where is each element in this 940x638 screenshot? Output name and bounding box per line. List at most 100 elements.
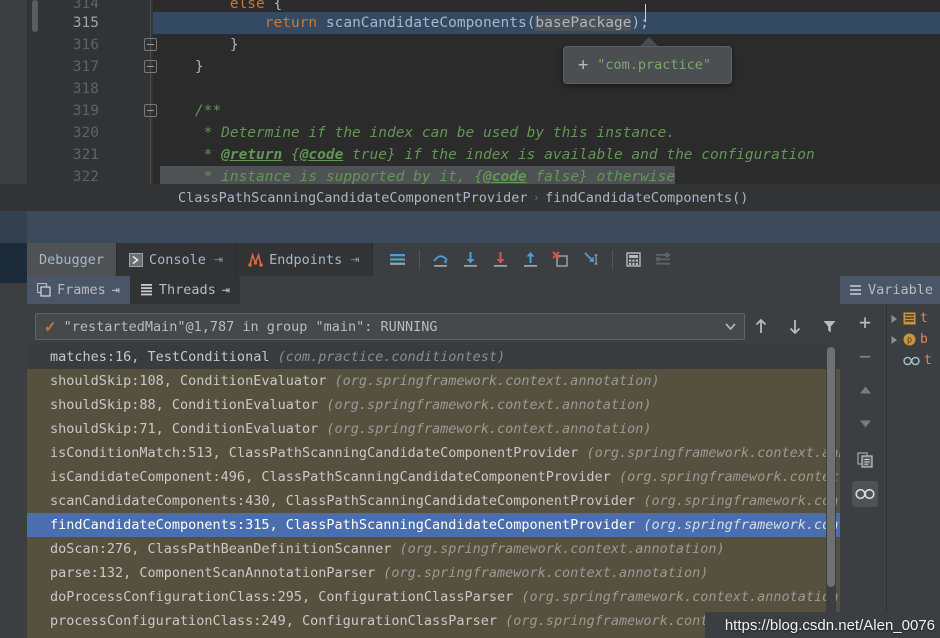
filter-frames-button[interactable] bbox=[816, 313, 842, 339]
idea-window: 314 else {315 return scanCandidateCompon… bbox=[0, 0, 940, 638]
drop-frame-button[interactable] bbox=[546, 245, 576, 275]
code-token: } bbox=[160, 37, 239, 53]
code-text[interactable]: } bbox=[160, 56, 204, 78]
breadcrumb-separator: › bbox=[534, 191, 539, 204]
code-text[interactable]: * Determine if the index can be used by … bbox=[160, 122, 675, 144]
remove-watch-button[interactable]: − bbox=[852, 343, 878, 369]
tooltip-value: "com.practice" bbox=[597, 57, 712, 73]
subtab-pin-icon[interactable]: ⇥ bbox=[222, 282, 230, 298]
frame-row[interactable]: shouldSkip:88, ConditionEvaluator (org.s… bbox=[27, 393, 840, 417]
variable-row[interactable]: t bbox=[887, 350, 940, 371]
plus-icon[interactable]: + bbox=[578, 56, 588, 74]
code-editor[interactable]: 314 else {315 return scanCandidateCompon… bbox=[0, 0, 940, 184]
tab-console[interactable]: Console ⇥ bbox=[117, 243, 236, 276]
fold-collapse-icon[interactable] bbox=[144, 60, 157, 73]
settings-button[interactable] bbox=[649, 245, 679, 275]
line-number[interactable]: 322 bbox=[27, 166, 99, 184]
code-line[interactable]: 315 return scanCandidateComponents(baseP… bbox=[0, 12, 940, 34]
tab-debugger[interactable]: Debugger bbox=[27, 243, 117, 276]
code-line[interactable]: 319 /** bbox=[0, 100, 940, 122]
code-text[interactable]: } bbox=[160, 34, 239, 56]
tab-frames[interactable]: Frames ⇥ bbox=[27, 276, 130, 304]
code-line[interactable]: 317 } bbox=[0, 56, 940, 78]
tab-pin-icon[interactable]: ⇥ bbox=[214, 253, 223, 266]
fold-collapse-icon[interactable] bbox=[144, 104, 157, 117]
expand-arrow-icon[interactable] bbox=[890, 314, 899, 324]
tab-pin-icon[interactable]: ⇥ bbox=[350, 253, 359, 266]
debugger-toolbar[interactable] bbox=[373, 243, 679, 276]
frames-scrollbar-thumb[interactable] bbox=[827, 347, 835, 587]
step-into-button[interactable] bbox=[456, 245, 486, 275]
debugger-subtab-row[interactable]: Frames ⇥ Threads ⇥ bbox=[27, 276, 840, 304]
show-execution-point-button[interactable] bbox=[383, 245, 413, 275]
code-line[interactable]: 322 * instance is supported by it, {@cod… bbox=[0, 166, 940, 184]
variable-row[interactable]: t bbox=[887, 308, 940, 329]
frame-row[interactable]: matches:16, TestConditional (com.practic… bbox=[27, 345, 840, 369]
code-line[interactable]: 318 bbox=[0, 78, 940, 100]
line-number[interactable]: 316 bbox=[27, 34, 99, 56]
frame-row[interactable]: scanCandidateComponents:430, ClassPathSc… bbox=[27, 489, 840, 513]
move-up-button[interactable] bbox=[852, 377, 878, 403]
code-lines[interactable]: 314 else {315 return scanCandidateCompon… bbox=[0, 0, 940, 184]
code-text[interactable]: * @return {@code true} if the index is a… bbox=[160, 144, 815, 166]
triangle-down-icon bbox=[859, 420, 871, 428]
frame-row[interactable]: shouldSkip:71, ConditionEvaluator (org.s… bbox=[27, 417, 840, 441]
run-to-cursor-button[interactable] bbox=[576, 245, 606, 275]
add-watch-button[interactable]: + bbox=[852, 309, 878, 335]
move-down-button[interactable] bbox=[852, 411, 878, 437]
fold-collapse-icon[interactable] bbox=[144, 38, 157, 51]
evaluate-expression-button[interactable] bbox=[619, 245, 649, 275]
step-over-button[interactable] bbox=[426, 245, 456, 275]
breadcrumb-method[interactable]: findCandidateComponents() bbox=[545, 190, 748, 206]
frame-row[interactable]: parse:132, ComponentScanAnnotationParser… bbox=[27, 561, 840, 585]
code-text[interactable]: else { bbox=[160, 0, 282, 11]
code-line[interactable]: 321 * @return {@code true} if the index … bbox=[0, 144, 940, 166]
line-number[interactable]: 320 bbox=[27, 122, 99, 144]
expand-arrow-icon[interactable] bbox=[890, 335, 899, 345]
line-number[interactable]: 318 bbox=[27, 78, 99, 100]
frame-up-button[interactable] bbox=[748, 313, 774, 339]
code-text[interactable]: return scanCandidateComponents(basePacka… bbox=[160, 12, 649, 34]
variables-tree[interactable]: tpbt bbox=[887, 304, 940, 638]
tab-variables[interactable]: Variable bbox=[840, 276, 940, 304]
code-text[interactable]: /** bbox=[160, 100, 221, 122]
code-line[interactable]: 314 else { bbox=[0, 0, 940, 12]
frame-row[interactable]: isCandidateComponent:496, ClassPathScann… bbox=[27, 465, 840, 489]
copy-value-button[interactable] bbox=[852, 447, 878, 473]
thread-selector[interactable]: ✓ "restartedMain"@1,787 in group "main":… bbox=[35, 313, 745, 340]
force-step-into-button[interactable] bbox=[486, 245, 516, 275]
line-number[interactable]: 314 bbox=[27, 0, 99, 11]
frame-package: (org.springframework.context.annotation) bbox=[399, 541, 725, 557]
subtab-pin-icon[interactable]: ⇥ bbox=[112, 282, 120, 298]
frame-row[interactable]: isConditionMatch:513, ClassPathScanningC… bbox=[27, 441, 840, 465]
frame-row[interactable]: doScan:276, ClassPathBeanDefinitionScann… bbox=[27, 537, 840, 561]
code-text[interactable]: * instance is supported by it, {@code fa… bbox=[160, 166, 676, 184]
frame-down-button[interactable] bbox=[782, 313, 808, 339]
tab-threads[interactable]: Threads ⇥ bbox=[129, 276, 240, 304]
code-line[interactable]: 316 } bbox=[0, 34, 940, 56]
frame-method: shouldSkip:88, ConditionEvaluator bbox=[50, 397, 319, 413]
line-number[interactable]: 319 bbox=[27, 100, 99, 122]
tab-label: Endpoints bbox=[269, 251, 343, 268]
debugger-tab-row[interactable]: Debugger Console ⇥ Endpoints ⇥ bbox=[27, 243, 940, 276]
code-line[interactable]: 320 * Determine if the index can be used… bbox=[0, 122, 940, 144]
inspect-button[interactable] bbox=[852, 481, 878, 507]
frame-package: (org.springframework.context.annotation) bbox=[326, 421, 652, 437]
line-number[interactable]: 315 bbox=[27, 12, 99, 34]
line-number[interactable]: 317 bbox=[27, 56, 99, 78]
step-out-button[interactable] bbox=[516, 245, 546, 275]
frame-row[interactable]: doProcessConfigurationClass:295, Configu… bbox=[27, 585, 840, 609]
frame-package: (org.springframework.context.annotation) bbox=[618, 469, 840, 485]
line-number[interactable]: 321 bbox=[27, 144, 99, 166]
value-tooltip[interactable]: + "com.practice" bbox=[563, 46, 732, 84]
breadcrumb-class[interactable]: ClassPathScanningCandidateComponentProvi… bbox=[178, 190, 528, 206]
frame-row[interactable]: findCandidateComponents:315, ClassPathSc… bbox=[27, 513, 840, 537]
code-token: * bbox=[160, 147, 222, 163]
breadcrumb[interactable]: ClassPathScanningCandidateComponentProvi… bbox=[0, 184, 940, 211]
frame-row[interactable]: shouldSkip:108, ConditionEvaluator (org.… bbox=[27, 369, 840, 393]
variable-row[interactable]: pb bbox=[887, 329, 940, 350]
chevron-down-icon[interactable] bbox=[725, 323, 736, 331]
frames-list[interactable]: matches:16, TestConditional (com.practic… bbox=[27, 345, 840, 638]
tab-endpoints[interactable]: Endpoints ⇥ bbox=[236, 243, 372, 276]
